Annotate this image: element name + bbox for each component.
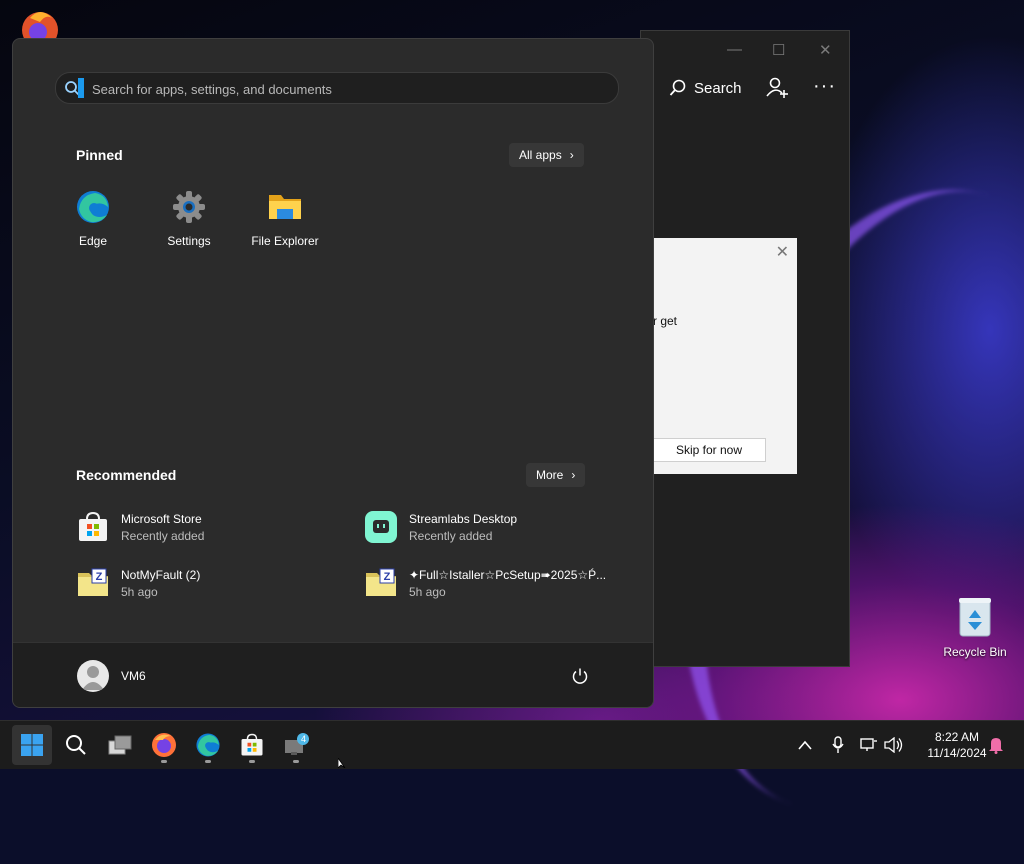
zip-folder-icon: Z (78, 568, 108, 596)
skip-for-now-button[interactable]: Skip for now (653, 438, 766, 462)
microphone-icon (832, 736, 844, 753)
search-icon (66, 735, 86, 755)
recycle-bin[interactable]: Recycle Bin (940, 596, 1010, 659)
all-apps-label: All apps (519, 148, 562, 162)
power-button[interactable] (571, 667, 589, 690)
taskbar-store[interactable] (232, 725, 272, 765)
streamlabs-icon (365, 511, 397, 543)
recommended-item-title: ✦Full☆Istaller☆PcSetup➠2025☆Ṕ... (409, 567, 607, 582)
chevron-right-icon: › (569, 148, 574, 162)
running-indicator (249, 760, 255, 763)
taskbar-chat[interactable]: 4 (276, 725, 316, 765)
start-search-box[interactable] (55, 72, 619, 105)
maximize-icon[interactable]: ☐ (772, 41, 785, 59)
gear-icon (173, 191, 205, 223)
start-footer: VM6 (13, 642, 653, 707)
more-options-icon[interactable]: ··· (813, 75, 836, 98)
close-icon[interactable]: ✕ (819, 41, 832, 59)
search-icon (669, 79, 686, 96)
dialog-close-icon[interactable]: ✕ (776, 242, 789, 262)
recommended-item-notmyfault[interactable]: Z NotMyFault (2) 5h ago (77, 567, 200, 599)
volume-icon (884, 737, 903, 753)
show-hidden-icons[interactable] (798, 721, 812, 769)
add-user-icon[interactable] (765, 77, 789, 104)
pinned-app-edge[interactable]: Edge (48, 189, 138, 248)
all-apps-button[interactable]: All apps › (509, 143, 584, 167)
pinned-app-settings[interactable]: Settings (144, 189, 234, 248)
minimize-icon[interactable]: — (727, 41, 742, 58)
running-indicator (161, 760, 167, 763)
taskbar-search-button[interactable] (56, 725, 96, 765)
recommended-item-full-installer[interactable]: Z ✦Full☆Istaller☆PcSetup➠2025☆Ṕ... 5h ag… (365, 567, 606, 599)
start-menu: Pinned All apps › Edge Settings (12, 38, 654, 708)
store-icon (79, 511, 107, 541)
svg-text:Z: Z (96, 571, 103, 583)
recommended-item-title: Microsoft Store (121, 511, 202, 526)
recommended-item-microsoft-store[interactable]: Microsoft Store Recently added (77, 511, 204, 543)
windows-start-icon (21, 734, 43, 756)
start-search-input[interactable] (90, 73, 594, 105)
avatar[interactable] (77, 660, 109, 692)
edge-icon (196, 733, 220, 757)
start-button[interactable] (12, 725, 52, 765)
microphone-tray[interactable] (832, 721, 844, 769)
task-view-icon (108, 735, 132, 755)
toolbar-search-button[interactable]: Search (669, 79, 742, 97)
recommended-item-subtitle: 5h ago (409, 584, 446, 599)
recycle-bin-label: Recycle Bin (943, 645, 1007, 659)
recommended-item-title: Streamlabs Desktop (409, 511, 518, 526)
chevron-up-icon (798, 740, 812, 750)
network-tray[interactable] (860, 721, 878, 769)
recommended-title: Recommended (76, 467, 177, 483)
volume-tray[interactable] (884, 721, 904, 769)
more-label: More (536, 468, 564, 482)
recommended-item-streamlabs[interactable]: Streamlabs Desktop Recently added (365, 511, 517, 543)
mouse-cursor-icon (338, 758, 346, 768)
chat-badge: 4 (301, 734, 307, 744)
text-caret (78, 78, 84, 98)
recommended-item-subtitle: Recently added (121, 528, 205, 543)
recommended-item-title: NotMyFault (2) (121, 567, 201, 582)
pinned-app-file-explorer[interactable]: File Explorer (240, 189, 330, 248)
pinned-title: Pinned (76, 147, 123, 163)
taskbar: 4 8:22 AM 11/14/2024 (0, 720, 1024, 769)
background-dialog: ✕ r get Skip for now (653, 238, 797, 474)
network-icon (860, 738, 877, 751)
notifications-tray[interactable] (988, 721, 1004, 769)
user-name[interactable]: VM6 (121, 669, 146, 683)
store-icon (241, 733, 263, 756)
folder-icon (269, 195, 301, 219)
more-button[interactable]: More › (526, 463, 586, 487)
pinned-app-label: Settings (167, 234, 211, 248)
chevron-right-icon: › (571, 468, 576, 482)
edge-icon (77, 191, 109, 223)
bell-icon (989, 738, 1003, 754)
power-icon (572, 668, 588, 684)
pinned-app-label: File Explorer (251, 234, 319, 248)
svg-text:Z: Z (384, 571, 391, 583)
taskbar-edge[interactable] (188, 725, 228, 765)
recycle-bin-icon (959, 598, 991, 637)
recommended-item-subtitle: Recently added (409, 528, 493, 543)
recommended-item-subtitle: 5h ago (121, 584, 158, 599)
user-icon (82, 666, 104, 690)
firefox-icon (152, 733, 176, 757)
task-view-button[interactable] (100, 725, 140, 765)
running-indicator (205, 760, 211, 763)
taskbar-firefox[interactable] (144, 725, 184, 765)
pinned-app-label: Edge (78, 234, 108, 248)
running-indicator (293, 760, 299, 763)
toolbar-search-label: Search (694, 79, 742, 97)
zip-folder-icon: Z (366, 568, 396, 596)
dialog-text: r get (653, 314, 678, 328)
